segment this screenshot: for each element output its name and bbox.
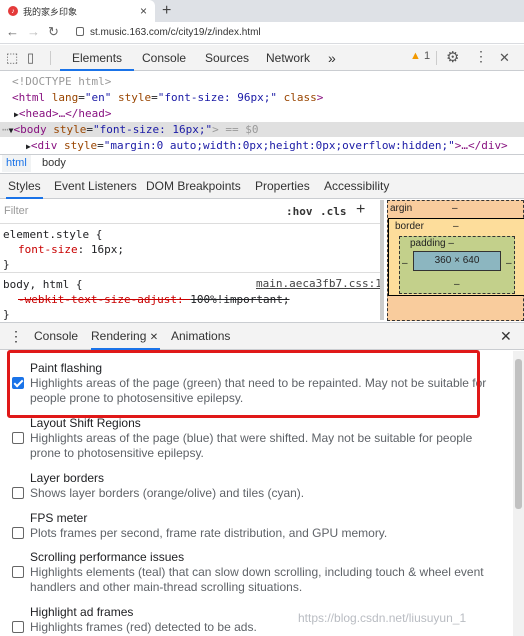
styles-filter-input[interactable]: Filter <box>4 205 28 217</box>
settings-gear-icon[interactable]: ⚙ <box>446 48 459 66</box>
tab-network[interactable]: Network <box>266 45 310 71</box>
reload-icon[interactable]: ↻ <box>48 24 59 40</box>
box-margin: argin – border – padding – – 360 × 640 –… <box>387 200 524 321</box>
hover-state-button[interactable]: :hov <box>286 205 313 218</box>
tab-dom-breakpoints[interactable]: DOM Breakpoints <box>146 174 241 199</box>
styles-subtabs: Styles Event Listeners DOM Breakpoints P… <box>0 173 524 199</box>
option-description: Shows layer borders (orange/olive) and t… <box>30 486 305 500</box>
drawer-tab-rendering[interactable]: Rendering ✕ <box>91 323 161 350</box>
device-toolbar-icon[interactable]: ▯ <box>27 50 34 66</box>
back-icon[interactable]: ← <box>6 24 19 39</box>
stylesheet-source-link[interactable]: main.aeca3fb7.css:1 <box>256 277 382 290</box>
inspect-element-icon[interactable]: ⬚ <box>6 50 18 66</box>
browser-tab-strip: ♪ 我的家乡印象 × + <box>0 0 524 22</box>
fps-meter-checkbox[interactable] <box>12 527 24 539</box>
layer-borders-checkbox[interactable] <box>12 487 24 499</box>
more-tabs-icon[interactable]: » <box>328 45 336 71</box>
warnings-counter[interactable]: ▲ 1 <box>410 50 430 62</box>
styles-scrollbar[interactable] <box>380 200 384 320</box>
style-rules: element.style { font-size: 16px; } body,… <box>0 225 384 321</box>
drawer-tab-console[interactable]: Console <box>34 323 78 350</box>
option-title: FPS meter <box>30 511 88 525</box>
ellipsis-icon: ⋯ <box>2 123 9 136</box>
rule-close-brace: } <box>3 308 10 321</box>
forward-icon[interactable]: → <box>27 24 40 39</box>
url-field[interactable]: st.music.163.com/c/city19/z/index.html <box>90 27 261 38</box>
drawer-menu-icon[interactable]: ⋮ <box>9 323 23 350</box>
warning-count: 1 <box>423 50 431 62</box>
more-options-icon[interactable]: ⋮ <box>474 48 488 65</box>
tab-sources[interactable]: Sources <box>205 45 249 71</box>
elements-dom-tree: <!DOCTYPE html> <html lang="en" style="f… <box>0 72 524 153</box>
toolbar-divider <box>436 51 437 65</box>
address-bar: ← → ↻ st.music.163.com/c/city19/z/index.… <box>0 22 524 44</box>
body-html-selector: body, html { <box>3 278 83 291</box>
netease-music-favicon-icon: ♪ <box>8 6 18 16</box>
breadcrumb-body[interactable]: body <box>38 155 70 172</box>
close-tab-icon[interactable]: ✕ <box>150 332 158 343</box>
option-title: Scrolling performance issues <box>30 550 185 564</box>
option-description: Highlights areas of the page (blue) that… <box>30 431 473 460</box>
option-description: Plots frames per second, frame rate dist… <box>30 526 388 540</box>
option-layout-shift-regions[interactable]: Layout Shift Regions Highlights areas of… <box>12 416 492 466</box>
new-style-rule-button[interactable]: + <box>356 201 365 219</box>
tab-elements[interactable]: Elements <box>60 45 135 71</box>
lock-icon <box>76 27 84 36</box>
drawer-toolbar: ⋮ Console Rendering ✕ Animations ✕ <box>0 322 524 350</box>
dom-div-node[interactable]: ▶<div style="margin:0 auto;width:0px;hei… <box>26 138 508 153</box>
dom-body-node-selected[interactable]: ⋯▼<body style="font-size: 16px;"> == $0 <box>0 122 524 137</box>
option-fps-meter[interactable]: FPS meter Plots frames per second, frame… <box>12 511 492 546</box>
style-declaration[interactable]: font-size: 16px; <box>18 242 124 257</box>
breadcrumb-html[interactable]: html <box>2 155 31 172</box>
red-highlight-annotation <box>7 350 480 418</box>
close-drawer-icon[interactable]: ✕ <box>500 323 512 350</box>
watermark: https://blog.csdn.net/liusuyun_1 <box>298 611 467 625</box>
option-scrolling-performance-issues[interactable]: Scrolling performance issues Highlights … <box>12 550 492 600</box>
class-toggle-button[interactable]: .cls <box>320 205 347 218</box>
browser-tab[interactable]: ♪ 我的家乡印象 × <box>0 0 155 22</box>
toolbar-divider <box>50 51 51 65</box>
dom-doctype[interactable]: <!DOCTYPE html> <box>12 74 111 89</box>
new-tab-icon[interactable]: + <box>162 2 171 20</box>
option-title: Layer borders <box>30 471 105 485</box>
tab-close-icon[interactable]: × <box>140 4 147 18</box>
box-content-size[interactable]: 360 × 640 <box>413 251 501 271</box>
box-border: border – padding – – 360 × 640 – – <box>388 218 524 296</box>
close-devtools-icon[interactable]: ✕ <box>499 50 510 66</box>
option-layer-borders[interactable]: Layer borders Shows layer borders (orang… <box>12 471 492 506</box>
box-padding: padding – – 360 × 640 – – <box>399 236 515 294</box>
drawer-tab-animations[interactable]: Animations <box>171 323 230 350</box>
highlight-ad-frames-checkbox[interactable] <box>12 621 24 633</box>
breadcrumb: html body <box>0 154 524 172</box>
scrolling-performance-checkbox[interactable] <box>12 566 24 578</box>
scrollbar-thumb[interactable] <box>515 359 522 509</box>
styles-filter-bar: Filter :hov .cls + <box>0 200 384 224</box>
box-model-diagram: argin – border – padding – – 360 × 640 –… <box>387 200 524 321</box>
option-title: Layout Shift Regions <box>30 416 141 430</box>
warning-icon: ▲ <box>410 50 421 62</box>
rendering-scrollbar[interactable] <box>513 351 524 636</box>
devtools-toolbar: ⬚ ▯ Elements Console Sources Network » ▲… <box>0 45 524 71</box>
dom-head-node[interactable]: ▶<head>…</head> <box>14 106 112 121</box>
layout-shift-regions-checkbox[interactable] <box>12 432 24 444</box>
rule-divider <box>0 272 384 273</box>
tab-event-listeners[interactable]: Event Listeners <box>54 174 137 199</box>
tab-console[interactable]: Console <box>142 45 186 71</box>
tab-properties[interactable]: Properties <box>255 174 310 199</box>
overridden-declaration[interactable]: -webkit-text-size-adjust: 100%!important… <box>18 292 290 307</box>
tab-styles[interactable]: Styles <box>6 174 43 199</box>
option-description: Highlights elements (teal) that can slow… <box>30 565 484 594</box>
option-title: Highlight ad frames <box>30 605 134 619</box>
element-style-selector: element.style { <box>3 228 103 241</box>
browser-tab-title: 我的家乡印象 <box>23 6 78 17</box>
rule-close-brace: } <box>3 258 10 271</box>
dom-html-node[interactable]: <html lang="en" style="font-size: 96px;"… <box>12 90 323 105</box>
tab-accessibility[interactable]: Accessibility <box>324 174 389 199</box>
